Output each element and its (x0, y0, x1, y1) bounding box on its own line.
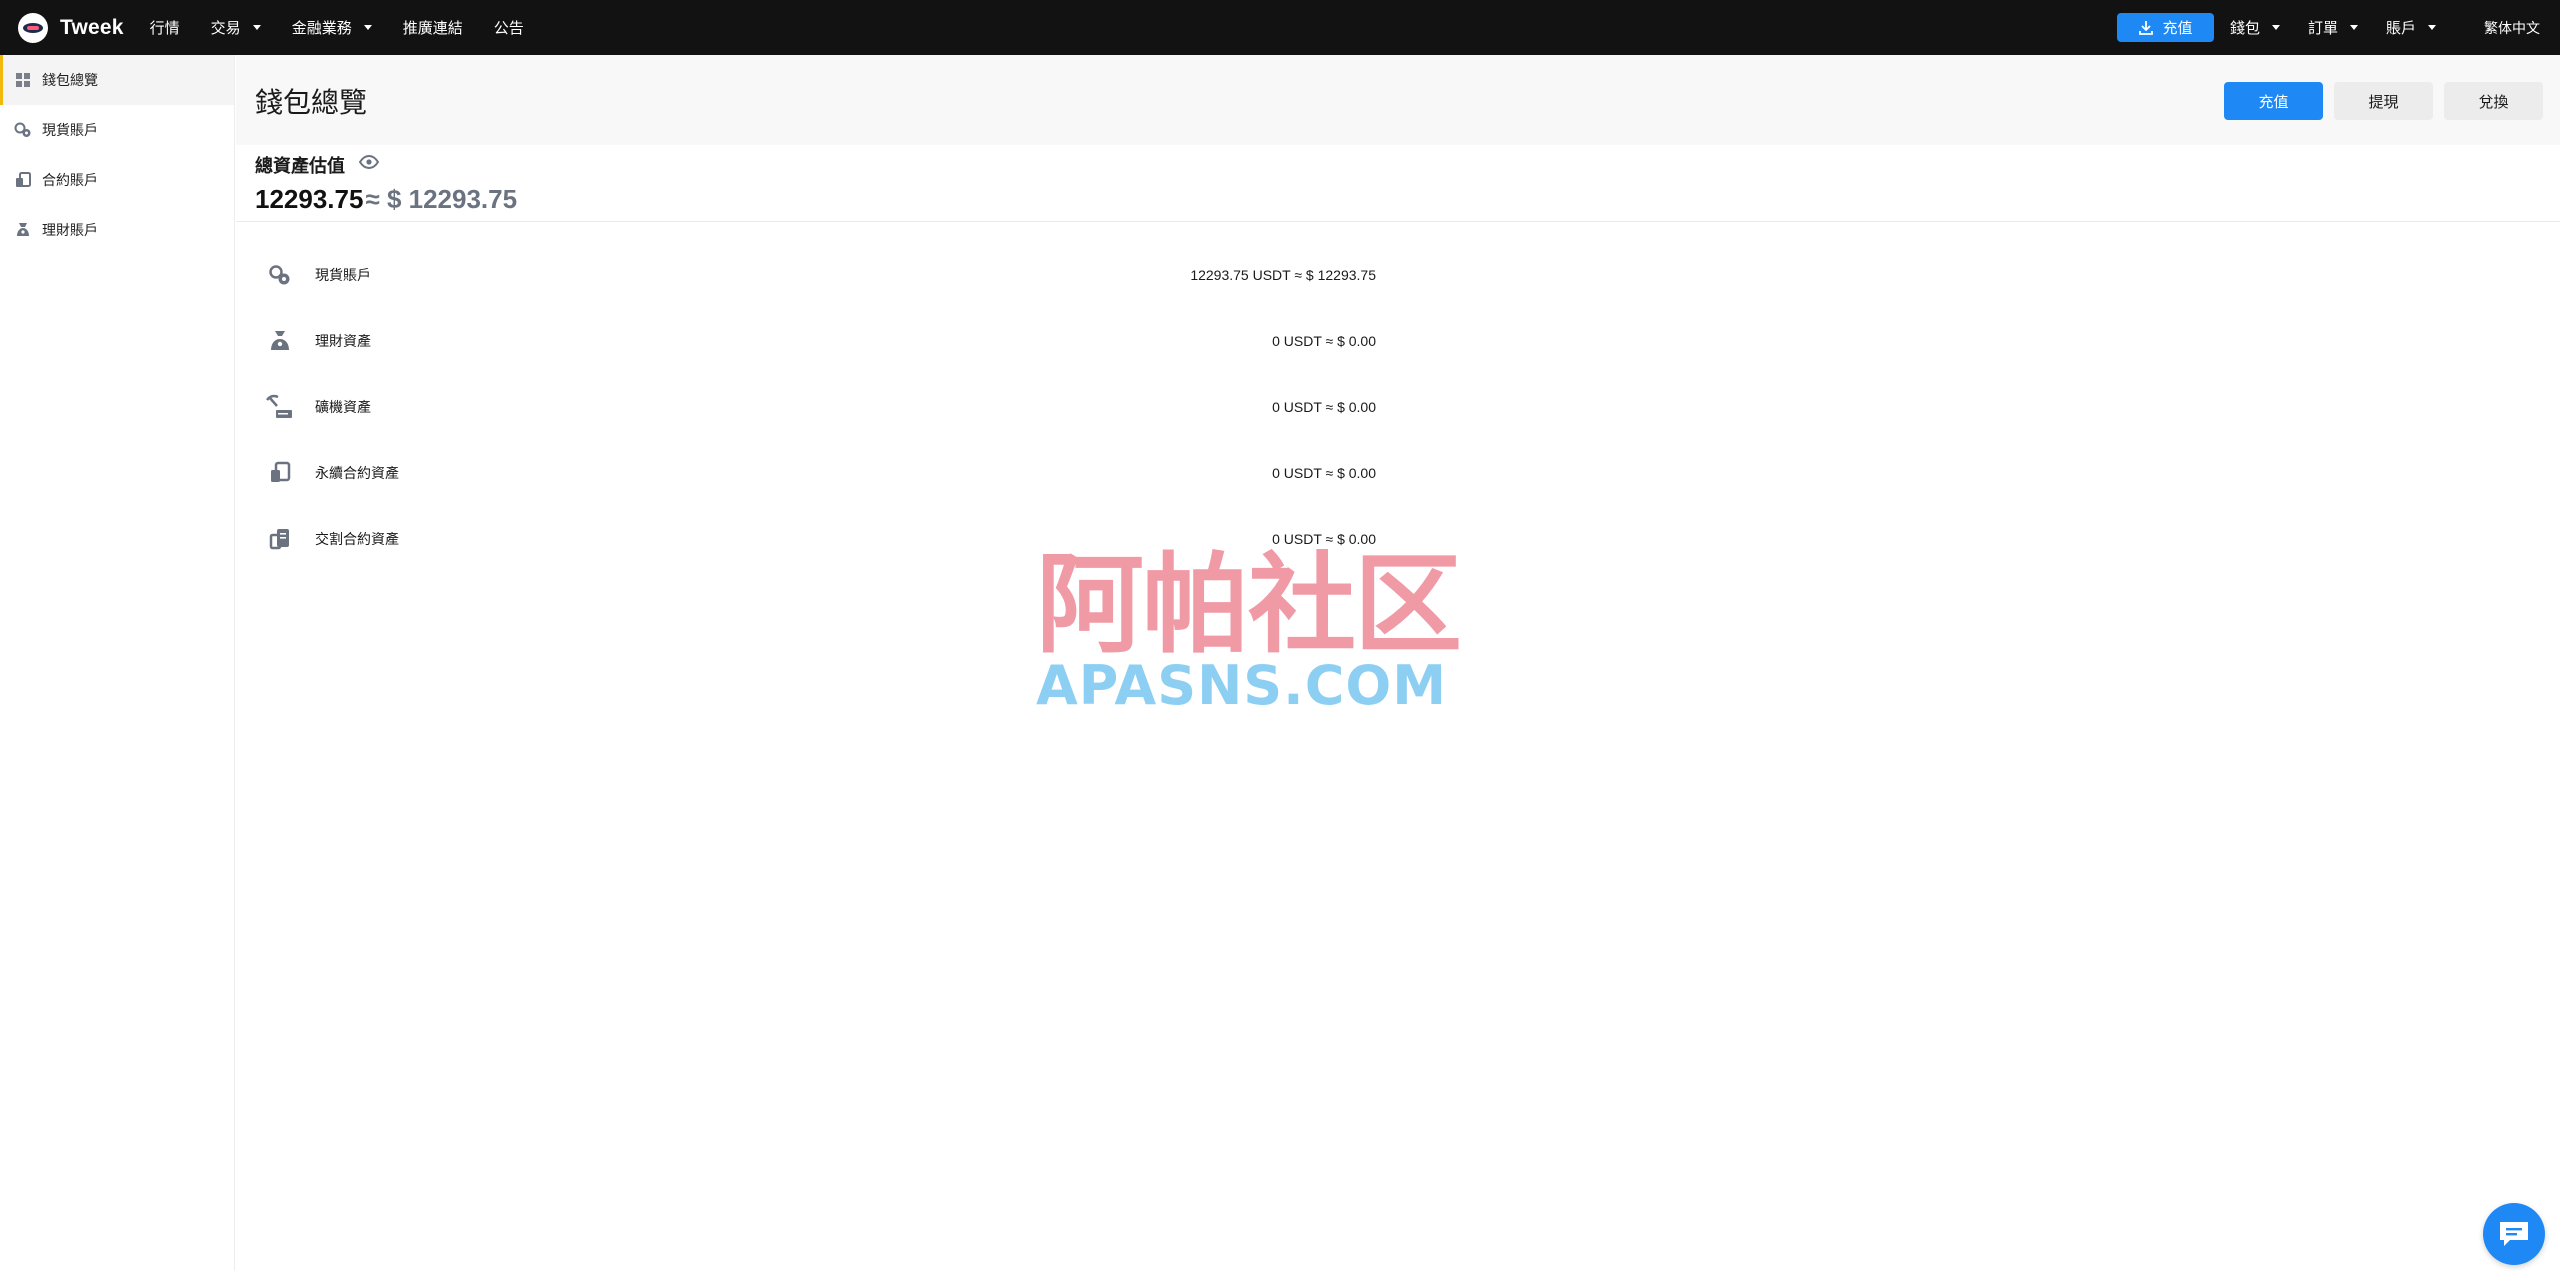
delivery-icon (266, 525, 294, 553)
asset-name: 理財資產 (315, 333, 371, 349)
sidebar-item-wallet-overview[interactable]: 錢包總覽 (0, 55, 234, 105)
asset-name: 永續合約資產 (315, 465, 399, 481)
nav-item-label: 金融業務 (291, 20, 352, 37)
nav-item-label: 推廣連結 (402, 20, 463, 37)
asset-row-perpetual: 永續合約資產 0 USDT ≈ $ 0.00 (236, 440, 1376, 506)
language-selector[interactable]: 繁体中文 (2484, 18, 2540, 38)
nav-item-referral[interactable]: 推廣連結 (403, 17, 463, 38)
page-title: 錢包總覽 (255, 87, 368, 118)
watermark: 阿帕社区 APASNS.COM (1036, 552, 1522, 717)
asset-amount: 0 USDT ≈ $ 0.00 (1272, 531, 1376, 547)
nav-item-label: 行情 (149, 20, 180, 37)
sidebar-item-label: 理財賬戶 (42, 222, 98, 238)
asset-amount: 0 USDT ≈ $ 0.00 (1272, 465, 1376, 481)
nav-item-finance[interactable]: 金融業務 (292, 17, 372, 38)
sidebar-item-contract-account[interactable]: 合約賬戶 (0, 155, 234, 205)
asset-list: 現貨賬戶 12293.75 USDT ≈ $ 12293.75 理財資產 0 U… (236, 242, 1376, 572)
asset-amount: 0 USDT ≈ $ 0.00 (1272, 333, 1376, 349)
asset-name: 現貨賬戶 (315, 267, 371, 283)
orders-menu[interactable]: 訂單 (2308, 17, 2358, 38)
wallet-menu-label: 錢包 (2229, 20, 2260, 37)
perpetual-icon (266, 459, 294, 487)
logo-icon (18, 12, 48, 43)
asset-name: 交割合約資產 (315, 531, 399, 547)
page-header: 錢包總覽 充值 提現 兌換 (236, 55, 2560, 145)
sidebar-item-label: 現貨賬戶 (42, 122, 98, 138)
sidebar-item-finance-account[interactable]: 理財賬戶 (0, 205, 234, 255)
download-icon (2139, 20, 2154, 35)
logo[interactable]: Tweek (18, 0, 124, 55)
top-navbar: Tweek 行情 交易 金融業務 推廣連結 公告 充值 錢包 訂單 賬戶 繁体中… (0, 0, 2560, 55)
main-nav: 行情 交易 金融業務 推廣連結 公告 (150, 17, 555, 38)
app-name: Tweek (60, 15, 124, 39)
finance-icon (14, 221, 32, 239)
caret-down-icon (2271, 25, 2280, 30)
finance-icon (266, 327, 294, 355)
total-assets: 總資產估值 12293.75 ≈ $ 12293.75 (255, 152, 517, 215)
nav-item-label: 公告 (493, 20, 524, 37)
nav-item-label: 交易 (210, 20, 241, 37)
total-assets-value: 12293.75 (255, 184, 364, 214)
contract-icon (14, 171, 32, 189)
top-right-menu: 充值 錢包 訂單 賬戶 繁体中文 (2116, 0, 2560, 55)
sidebar: 錢包總覽 現貨賬戶 合約賬戶 理財賬戶 (0, 55, 235, 1271)
asset-row-mining: 礦機資產 0 USDT ≈ $ 0.00 (236, 374, 1376, 440)
asset-name: 礦機資產 (315, 399, 371, 415)
nav-item-announcements[interactable]: 公告 (494, 17, 524, 38)
account-menu-label: 賬戶 (2385, 20, 2416, 37)
asset-row-delivery: 交割合約資產 0 USDT ≈ $ 0.00 (236, 506, 1376, 572)
chat-support-button[interactable] (2483, 1203, 2545, 1265)
caret-down-icon (2349, 25, 2358, 30)
withdraw-button[interactable]: 提現 (2334, 82, 2433, 120)
sidebar-item-spot-account[interactable]: 現貨賬戶 (0, 105, 234, 155)
asset-amount: 12293.75 USDT ≈ $ 12293.75 (1190, 267, 1376, 283)
asset-amount: 0 USDT ≈ $ 0.00 (1272, 399, 1376, 415)
asset-row-spot: 現貨賬戶 12293.75 USDT ≈ $ 12293.75 (236, 242, 1376, 308)
wallet-menu[interactable]: 錢包 (2230, 17, 2280, 38)
spot-icon (14, 121, 32, 139)
nav-item-market[interactable]: 行情 (150, 17, 180, 38)
dashboard-icon (14, 71, 32, 89)
top-deposit-label: 充值 (2162, 20, 2193, 37)
header-actions: 充值 提現 兌換 (2213, 82, 2543, 120)
chat-icon (2500, 1222, 2528, 1246)
caret-down-icon (363, 25, 372, 30)
account-menu[interactable]: 賬戶 (2386, 17, 2436, 38)
deposit-button[interactable]: 充值 (2224, 82, 2323, 120)
sidebar-item-label: 錢包總覽 (42, 72, 98, 88)
top-deposit-button[interactable]: 充值 (2116, 13, 2214, 42)
total-assets-usd: ≈ $ 12293.75 (365, 184, 518, 214)
watermark-en: APASNS.COM (1036, 654, 1447, 717)
nav-item-trade[interactable]: 交易 (211, 17, 261, 38)
total-assets-label-row: 總資產估值 (255, 152, 517, 178)
asset-row-finance: 理財資產 0 USDT ≈ $ 0.00 (236, 308, 1376, 374)
sidebar-item-label: 合約賬戶 (42, 172, 98, 188)
orders-menu-label: 訂單 (2307, 20, 2338, 37)
total-assets-value-row: 12293.75 ≈ $ 12293.75 (255, 184, 517, 215)
caret-down-icon (252, 25, 261, 30)
divider (236, 221, 2560, 222)
mining-icon (266, 393, 294, 421)
exchange-button[interactable]: 兌換 (2444, 82, 2543, 120)
caret-down-icon (2428, 25, 2436, 30)
spot-icon (266, 261, 294, 289)
eye-icon[interactable] (358, 153, 380, 174)
total-assets-label: 總資產估值 (255, 156, 345, 176)
